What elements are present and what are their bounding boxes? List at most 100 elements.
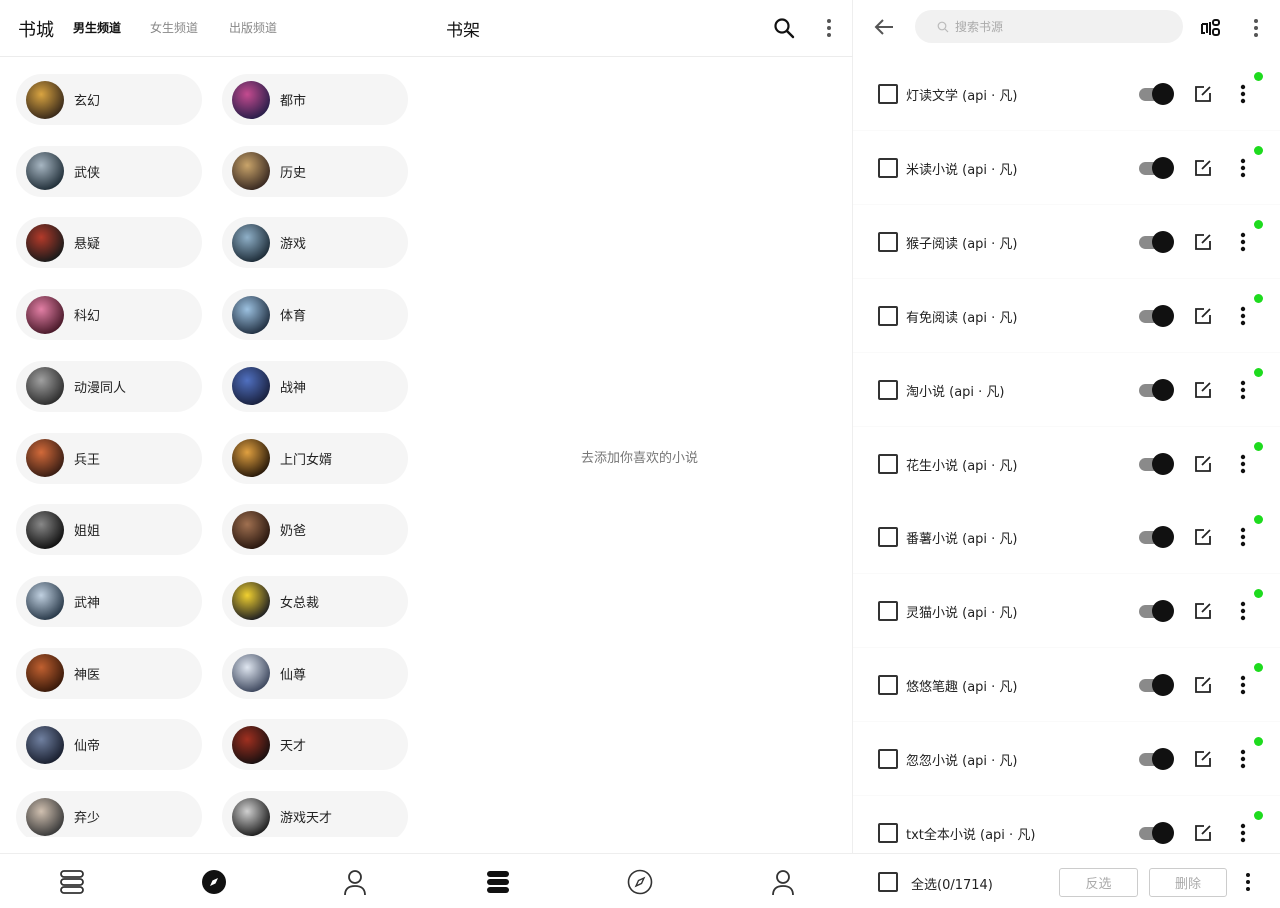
more-vert-icon[interactable] <box>1242 14 1270 42</box>
category-chip[interactable]: 姐姐 <box>16 504 202 556</box>
category-chip[interactable]: 游戏天才 <box>222 791 408 837</box>
category-chip[interactable]: 上门女婿 <box>222 432 408 484</box>
more-vert-icon[interactable] <box>1233 83 1253 105</box>
source-checkbox[interactable] <box>878 601 898 622</box>
edit-icon[interactable] <box>1193 601 1213 621</box>
empty-bookshelf-text[interactable]: 去添加你喜欢的小说 <box>581 447 698 466</box>
category-chip[interactable]: 悬疑 <box>16 217 202 269</box>
source-row[interactable]: 米读小说 (api · 凡) <box>853 130 1280 204</box>
more-vert-icon[interactable] <box>1233 453 1253 475</box>
tab-male-channel[interactable]: 男生频道 <box>73 19 121 36</box>
edit-icon[interactable] <box>1193 454 1213 474</box>
category-chip[interactable]: 弃少 <box>16 791 202 837</box>
source-row[interactable]: 花生小说 (api · 凡) <box>853 426 1280 500</box>
category-chip[interactable]: 兵王 <box>16 432 202 484</box>
source-checkbox[interactable] <box>878 84 898 104</box>
category-chip[interactable]: 神医 <box>16 647 202 699</box>
profile-icon[interactable] <box>339 866 371 898</box>
edit-icon[interactable] <box>1193 158 1213 178</box>
category-chip[interactable]: 游戏 <box>222 217 408 269</box>
profile-icon[interactable] <box>767 866 799 898</box>
source-row[interactable]: 灵猫小说 (api · 凡) <box>853 574 1280 648</box>
source-enable-toggle[interactable] <box>1139 748 1175 771</box>
source-checkbox[interactable] <box>878 305 898 326</box>
edit-icon[interactable] <box>1193 232 1213 252</box>
bookshelf-icon[interactable] <box>56 866 88 898</box>
more-vert-icon[interactable] <box>1233 748 1253 770</box>
category-chip[interactable]: 历史 <box>222 145 408 197</box>
category-chip[interactable]: 仙帝 <box>16 719 202 771</box>
category-chip[interactable]: 天才 <box>222 719 408 771</box>
more-vert-icon[interactable] <box>1233 526 1253 548</box>
category-chip[interactable]: 科幻 <box>16 289 202 341</box>
source-checkbox[interactable] <box>878 453 898 474</box>
source-enable-toggle[interactable] <box>1139 378 1175 401</box>
source-row[interactable]: 灯读文学 (api · 凡) <box>853 57 1280 130</box>
source-row[interactable]: 悠悠笔趣 (api · 凡) <box>853 648 1280 722</box>
more-vert-icon[interactable] <box>1233 674 1253 696</box>
source-row[interactable]: 猴子阅读 (api · 凡) <box>853 204 1280 278</box>
source-checkbox[interactable] <box>878 231 898 252</box>
search-icon[interactable] <box>770 14 798 42</box>
category-chip[interactable]: 仙尊 <box>222 647 408 699</box>
category-chip[interactable]: 女总裁 <box>222 575 408 627</box>
delete-button[interactable]: 删除 <box>1149 868 1227 897</box>
edit-icon[interactable] <box>1193 823 1213 843</box>
category-chip[interactable]: 武侠 <box>16 145 202 197</box>
tab-publish-channel[interactable]: 出版频道 <box>229 19 277 36</box>
more-vert-icon[interactable] <box>1233 822 1253 844</box>
edit-icon[interactable] <box>1193 675 1213 695</box>
more-vert-icon[interactable] <box>1233 157 1253 179</box>
source-enable-toggle[interactable] <box>1139 230 1175 253</box>
edit-icon[interactable] <box>1193 84 1213 104</box>
edit-icon[interactable] <box>1193 380 1213 400</box>
source-enable-toggle[interactable] <box>1139 674 1175 697</box>
source-checkbox[interactable] <box>878 379 898 400</box>
source-enable-toggle[interactable] <box>1139 600 1175 623</box>
source-row[interactable]: 番薯小说 (api · 凡) <box>853 500 1280 574</box>
more-vert-icon[interactable] <box>1245 872 1251 896</box>
category-chip[interactable]: 体育 <box>222 289 408 341</box>
select-all-checkbox[interactable] <box>878 872 898 892</box>
select-all-label[interactable]: 全选(0/1714) <box>911 874 993 893</box>
source-row[interactable]: 淘小说 (api · 凡) <box>853 352 1280 426</box>
more-vert-icon[interactable] <box>815 14 843 42</box>
discover-icon[interactable] <box>198 866 230 898</box>
source-enable-toggle[interactable] <box>1139 83 1175 105</box>
category-chip[interactable]: 动漫同人 <box>16 360 202 412</box>
category-chip[interactable]: 玄幻 <box>16 74 202 125</box>
bookshelf-title: 书架 <box>446 21 480 41</box>
edit-icon[interactable] <box>1193 527 1213 547</box>
source-row[interactable]: 忽忽小说 (api · 凡) <box>853 722 1280 796</box>
more-vert-icon[interactable] <box>1233 305 1253 327</box>
discover-icon[interactable] <box>624 866 656 898</box>
source-row[interactable]: 有免阅读 (api · 凡) <box>853 278 1280 352</box>
source-row[interactable]: txt全本小说 (api · 凡) <box>853 796 1280 853</box>
source-checkbox[interactable] <box>878 527 898 548</box>
category-chip[interactable]: 武神 <box>16 575 202 627</box>
source-checkbox[interactable] <box>878 823 898 843</box>
category-chip[interactable]: 奶爸 <box>222 504 408 556</box>
source-enable-toggle[interactable] <box>1139 304 1175 327</box>
group-icon[interactable] <box>1197 14 1225 42</box>
source-enable-toggle[interactable] <box>1139 452 1175 475</box>
source-enable-toggle[interactable] <box>1139 526 1175 549</box>
edit-icon[interactable] <box>1193 306 1213 326</box>
edit-icon[interactable] <box>1193 749 1213 769</box>
more-vert-icon[interactable] <box>1233 379 1253 401</box>
bookshelf-icon[interactable] <box>482 866 514 898</box>
more-vert-icon[interactable] <box>1233 600 1253 622</box>
source-search-input[interactable] <box>955 19 1175 34</box>
source-search-box[interactable] <box>915 10 1183 43</box>
back-arrow-icon[interactable] <box>870 13 898 41</box>
source-checkbox[interactable] <box>878 157 898 178</box>
source-checkbox[interactable] <box>878 749 898 770</box>
category-chip[interactable]: 都市 <box>222 74 408 125</box>
source-enable-toggle[interactable] <box>1139 156 1175 179</box>
source-checkbox[interactable] <box>878 675 898 696</box>
invert-selection-button[interactable]: 反选 <box>1059 868 1138 897</box>
tab-female-channel[interactable]: 女生频道 <box>150 19 198 36</box>
category-chip[interactable]: 战神 <box>222 360 408 412</box>
source-enable-toggle[interactable] <box>1139 822 1175 844</box>
more-vert-icon[interactable] <box>1233 231 1253 253</box>
